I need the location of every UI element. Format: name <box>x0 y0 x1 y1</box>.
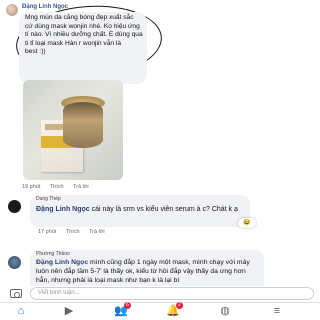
globe-icon[interactable]: ◍ <box>216 304 234 318</box>
comment-author[interactable]: Phương Thảoo <box>36 251 70 257</box>
comment-photo[interactable] <box>23 80 123 180</box>
friends-badge: 6 <box>124 302 131 309</box>
comment-body: cái này là srm vs kiểu viên serum à c? C… <box>89 206 238 213</box>
comment-author[interactable]: Đặng Linh Ngọc <box>22 4 68 10</box>
mention-link[interactable]: Đặng Linh Ngọc <box>36 259 88 266</box>
avatar[interactable] <box>8 256 21 269</box>
mention-link[interactable]: Đặng Linh Ngọc <box>36 206 90 213</box>
comment-text: Đặng Linh Ngọc cái này là srm vs kiểu vi… <box>36 205 246 215</box>
comment-bubble: Mng mún da căng bóng đẹp xuất sắc cứ dùn… <box>19 12 147 84</box>
comment-time: 17 phút <box>38 229 57 235</box>
menu-icon[interactable]: ≡ <box>268 304 286 318</box>
avatar[interactable] <box>6 4 18 16</box>
notifications-badge: 2 <box>176 302 183 309</box>
comment-text: Mng mún da căng bóng đẹp xuất sắc cứ dùn… <box>25 14 143 56</box>
comment-meta: 19 phút Thích Trả lời <box>22 184 97 190</box>
like-link[interactable]: Thích <box>66 229 80 235</box>
reaction-badge[interactable]: 😂 <box>238 218 256 228</box>
reply-link[interactable]: Trả lời <box>73 184 89 190</box>
product-jar <box>63 102 103 148</box>
comment-author[interactable]: Dung Thép <box>36 196 61 202</box>
comment-time: 19 phút <box>22 184 41 190</box>
home-icon[interactable]: ⌂ <box>12 304 30 318</box>
comment-input[interactable]: Viết bình luận... <box>30 287 314 300</box>
camera-icon[interactable] <box>10 289 22 298</box>
comment-text: Đặng Linh Ngọc mình cũng đắp 1 ngày một … <box>36 259 258 285</box>
like-link[interactable]: Thích <box>50 184 64 190</box>
reply-link[interactable]: Trả lời <box>89 229 105 235</box>
avatar[interactable] <box>8 200 21 213</box>
watch-icon[interactable]: ▶ <box>60 304 78 318</box>
comment-bubble: Đặng Linh Ngọc cái này là srm vs kiểu vi… <box>30 195 250 227</box>
comment-meta: 17 phút Thích Trả lời <box>38 229 113 235</box>
